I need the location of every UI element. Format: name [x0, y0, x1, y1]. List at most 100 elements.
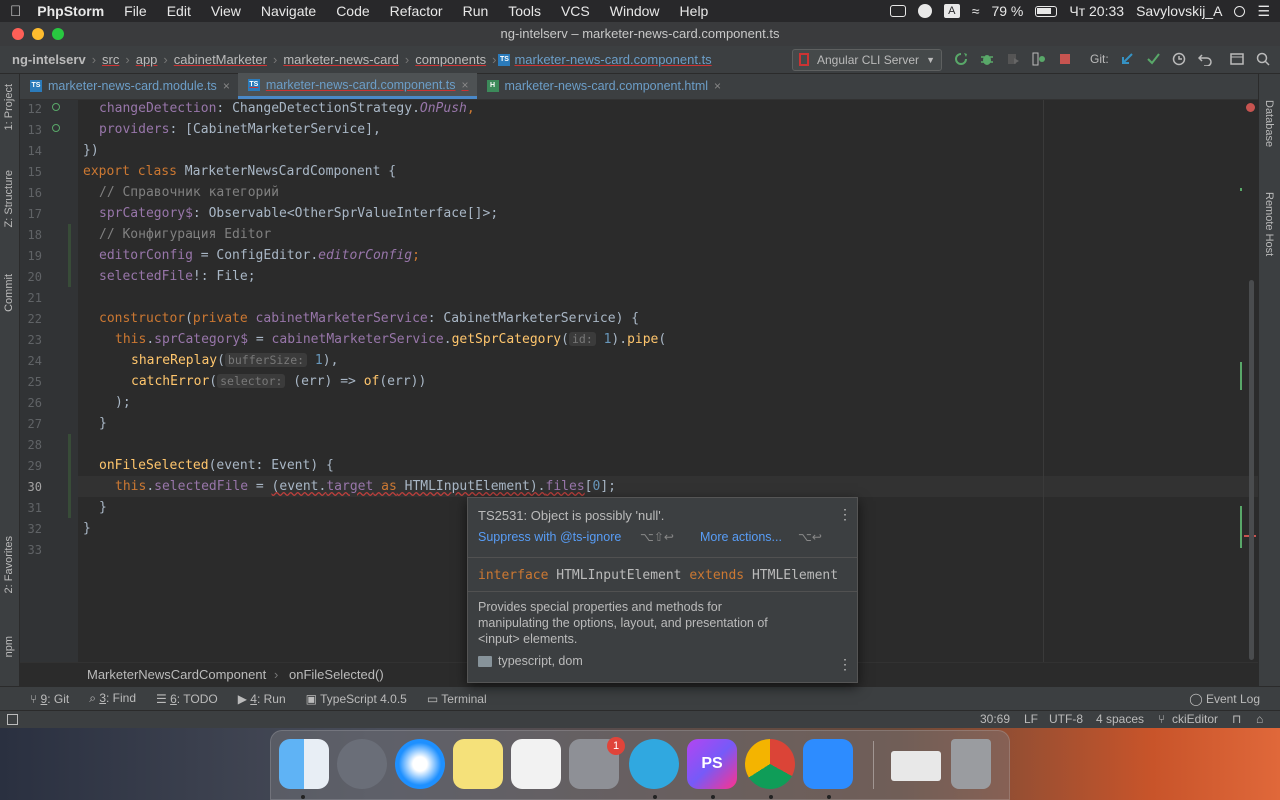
menu-window[interactable]: Window: [600, 3, 670, 19]
zoom-icon[interactable]: [803, 739, 853, 789]
breadcrumb-method[interactable]: onFileSelected(): [289, 663, 384, 687]
memory-indicator-icon[interactable]: ⌂: [1256, 711, 1263, 728]
minimize-window-button[interactable]: [32, 28, 44, 40]
more-actions-link[interactable]: More actions...: [700, 530, 782, 544]
debug-icon[interactable]: [980, 52, 994, 66]
chrome-icon[interactable]: [745, 739, 795, 789]
override-icon[interactable]: [52, 124, 60, 132]
crumb-marketer-news-card[interactable]: marketer-news-card: [279, 52, 403, 67]
tool-database[interactable]: Database: [1263, 100, 1275, 147]
tool-npm[interactable]: npm: [3, 636, 15, 657]
menu-code[interactable]: Code: [326, 3, 379, 19]
error-indicator-icon[interactable]: [1246, 103, 1255, 112]
caret-position[interactable]: 30:69: [980, 711, 1010, 728]
breadcrumb-class[interactable]: MarketerNewsCardComponent: [87, 663, 266, 687]
indent-setting[interactable]: 4 spaces: [1096, 711, 1144, 728]
menu-navigate[interactable]: Navigate: [251, 3, 326, 19]
menu-file[interactable]: File: [114, 3, 157, 19]
safari-icon[interactable]: [395, 739, 445, 789]
menu-refactor[interactable]: Refactor: [380, 3, 453, 19]
run-config-select[interactable]: Angular CLI Server ▼: [792, 49, 942, 71]
chrome-window-icon[interactable]: [891, 751, 941, 781]
menu-edit[interactable]: Edit: [157, 3, 201, 19]
tab-module-ts[interactable]: TS marketer-news-card.module.ts ×: [20, 73, 238, 99]
coverage-icon[interactable]: [1006, 52, 1020, 66]
rollback-icon[interactable]: [1198, 52, 1212, 66]
telegram-tray-icon[interactable]: [917, 4, 932, 18]
crumb-cabinet-marketer[interactable]: cabinetMarketer: [170, 52, 271, 67]
rerun-icon[interactable]: [954, 52, 968, 66]
more-options-icon[interactable]: ⋮: [838, 506, 852, 523]
menu-vcs[interactable]: VCS: [551, 3, 600, 19]
line-number: 14: [27, 144, 42, 158]
close-window-button[interactable]: [12, 28, 24, 40]
line-separator[interactable]: LF: [1024, 711, 1038, 728]
close-tab-icon[interactable]: ×: [223, 79, 230, 93]
editor-scrollbar[interactable]: [1249, 280, 1254, 660]
tool-structure[interactable]: Z: Structure: [3, 170, 15, 227]
search-icon[interactable]: [1256, 52, 1270, 66]
stop-icon[interactable]: [1058, 52, 1072, 66]
vcs-change-marker[interactable]: [68, 224, 71, 287]
user-name[interactable]: Savylovskij_A: [1136, 3, 1222, 19]
toolwindow-todo[interactable]: ☰ 6: TODO: [146, 692, 228, 706]
crumb-file[interactable]: marketer-news-card.component.ts: [510, 52, 715, 67]
video-icon[interactable]: [889, 5, 906, 17]
suppress-action-link[interactable]: Suppress with @ts-ignore: [478, 530, 621, 544]
crumb-src[interactable]: src: [98, 52, 123, 67]
tab-component-html[interactable]: H marketer-news-card.component.html ×: [477, 73, 730, 99]
launchpad-icon[interactable]: [337, 739, 387, 789]
menu-help[interactable]: Help: [670, 3, 719, 19]
battery-percent[interactable]: 79 %: [991, 3, 1023, 19]
telegram-icon[interactable]: [629, 739, 679, 789]
vcs-change-marker[interactable]: [68, 434, 71, 518]
toolwindow-terminal[interactable]: ▭ Terminal: [417, 692, 497, 706]
notification-center-icon[interactable]: ☰: [1257, 3, 1270, 20]
scroll-change-mark[interactable]: [1240, 506, 1242, 548]
git-update-icon[interactable]: [1120, 52, 1134, 66]
close-tab-icon[interactable]: ×: [714, 79, 721, 93]
attach-debugger-icon[interactable]: [1032, 52, 1046, 66]
toolwindow-git[interactable]: ⑂ 9: Git: [0, 692, 79, 706]
battery-icon[interactable]: [1035, 5, 1058, 17]
input-source-icon[interactable]: A: [943, 4, 960, 18]
menu-run[interactable]: Run: [453, 3, 499, 19]
tool-commit[interactable]: Commit: [3, 274, 15, 312]
presentation-icon[interactable]: [1230, 52, 1244, 66]
toolwindow-find[interactable]: ⌕ 3: Find: [79, 691, 146, 706]
tool-remote-host[interactable]: Remote Host: [1263, 192, 1275, 256]
toggle-tool-windows-icon[interactable]: [7, 714, 18, 725]
phpstorm-icon[interactable]: PS: [687, 739, 737, 789]
file-encoding[interactable]: UTF-8: [1049, 711, 1083, 728]
more-options-icon[interactable]: ⋮: [838, 656, 852, 673]
event-log-button[interactable]: ◯ Event Log: [1179, 692, 1270, 706]
scroll-change-mark[interactable]: [1240, 362, 1242, 390]
override-icon[interactable]: [52, 103, 60, 111]
tab-component-ts[interactable]: TS marketer-news-card.component.ts ×: [237, 73, 477, 99]
history-icon[interactable]: [1172, 52, 1186, 66]
scroll-change-mark[interactable]: [1240, 188, 1242, 191]
close-tab-icon[interactable]: ×: [461, 78, 468, 92]
finder-icon[interactable]: [279, 739, 329, 789]
zoom-window-button[interactable]: [52, 28, 64, 40]
trash-icon[interactable]: [951, 739, 991, 789]
wifi-icon[interactable]: ≈: [972, 3, 980, 19]
git-commit-icon[interactable]: [1146, 52, 1160, 66]
toolwindow-run[interactable]: ▶ 4: Run: [228, 692, 296, 706]
apple-icon[interactable]: : [0, 3, 31, 20]
menu-view[interactable]: View: [201, 3, 251, 19]
tool-favorites[interactable]: 2: Favorites: [3, 536, 15, 593]
notes-icon[interactable]: [453, 739, 503, 789]
spotlight-icon[interactable]: [1234, 5, 1246, 17]
menu-tools[interactable]: Tools: [498, 3, 551, 19]
git-branch[interactable]: ckiEditor: [1172, 711, 1218, 728]
numbers-icon[interactable]: [511, 739, 561, 789]
tool-project[interactable]: 1: Project: [3, 84, 15, 130]
crumb-project[interactable]: ng-intelserv: [0, 52, 90, 67]
menu-app-name[interactable]: PhpStorm: [31, 3, 114, 19]
crumb-app[interactable]: app: [132, 52, 162, 67]
lock-icon[interactable]: ⊓: [1232, 711, 1241, 728]
crumb-components[interactable]: components: [411, 52, 490, 67]
clock[interactable]: Чт 20:33: [1069, 3, 1124, 19]
toolwindow-typescript[interactable]: ▣ TypeScript 4.0.5: [296, 692, 417, 706]
